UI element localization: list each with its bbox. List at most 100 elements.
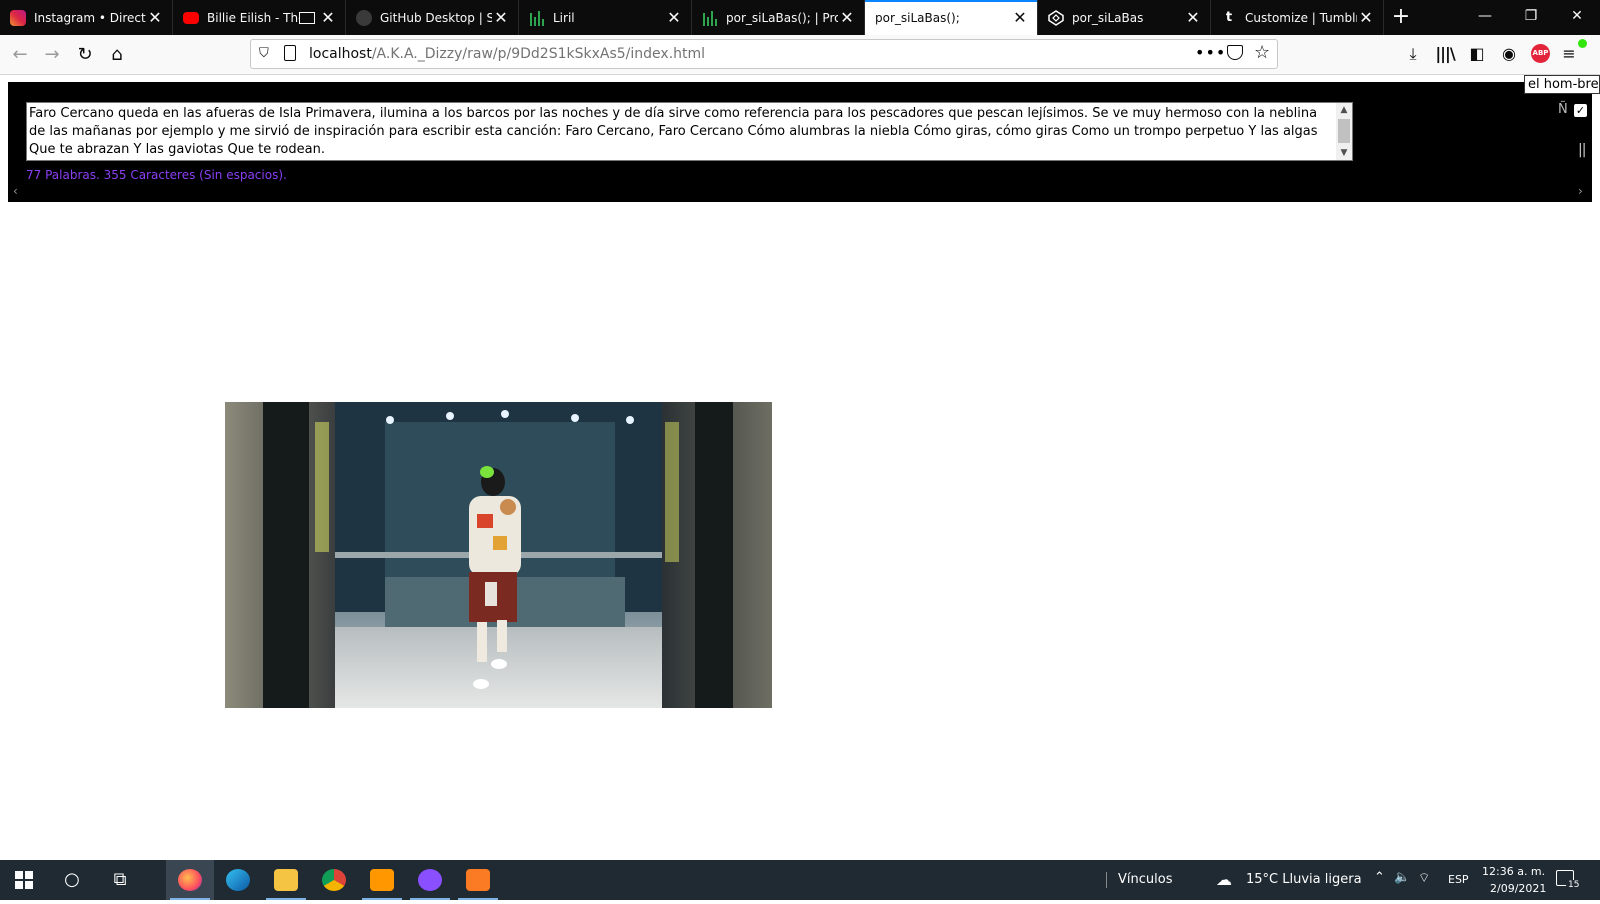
tab-title: Instagram • Direct bbox=[34, 10, 146, 25]
enye-label: Ñ bbox=[1558, 102, 1568, 117]
chrome-icon bbox=[322, 869, 346, 891]
scrollbar-thumb[interactable] bbox=[1338, 119, 1350, 143]
syllable-tooltip: el hom-bre. bbox=[1524, 75, 1600, 94]
tab-title: GitHub Desktop | Sim bbox=[380, 10, 492, 25]
word-count-stats: 77 Palabras. 355 Caracteres (Sin espacio… bbox=[26, 168, 287, 182]
github-desktop-icon bbox=[418, 869, 442, 891]
bars-icon bbox=[702, 10, 718, 26]
video-frame[interactable] bbox=[225, 402, 772, 708]
close-icon[interactable]: ✕ bbox=[1357, 8, 1375, 27]
back-arrow-icon[interactable]: ← bbox=[6, 41, 34, 69]
close-icon[interactable]: ✕ bbox=[319, 8, 337, 27]
tab-title: Liril bbox=[553, 10, 575, 25]
address-bar[interactable]: ⛉ localhost/A.K.A._Dizzy/raw/p/9Dd2S1kSk… bbox=[250, 39, 1278, 69]
minimize-button[interactable]: — bbox=[1462, 0, 1508, 35]
editor-panel: Faro Cercano queda en las afueras de Isl… bbox=[8, 82, 1592, 202]
library-icon[interactable]: |||\ bbox=[1432, 41, 1458, 67]
close-icon[interactable]: ✕ bbox=[1184, 8, 1202, 27]
tab-proyecto[interactable]: por_siLaBas(); | Proye ✕ bbox=[692, 0, 865, 35]
taskbar-github-desktop[interactable] bbox=[406, 860, 454, 900]
enye-checkbox[interactable]: ✓ bbox=[1574, 104, 1587, 117]
close-icon[interactable]: ✕ bbox=[146, 8, 164, 27]
lyrics-text: Faro Cercano queda en las afueras de Isl… bbox=[29, 106, 1318, 157]
volume-icon[interactable]: 🔈 bbox=[1394, 870, 1410, 885]
scroll-right-icon[interactable]: › bbox=[1578, 184, 1583, 198]
tab-title: por_siLaBas(); | Proye bbox=[726, 10, 838, 25]
toolbar-separator bbox=[1106, 872, 1107, 888]
windows-start-icon[interactable] bbox=[0, 860, 48, 900]
instagram-icon bbox=[10, 9, 26, 26]
edge-icon bbox=[226, 869, 250, 891]
tab-title: Customize | Tumblr bbox=[1245, 10, 1357, 25]
account-icon[interactable]: ◉ bbox=[1496, 41, 1522, 67]
pocket-icon[interactable] bbox=[1227, 45, 1243, 60]
navigation-toolbar: ← → ↻ ⌂ ⛉ localhost/A.K.A._Dizzy/raw/p/9… bbox=[0, 35, 1600, 75]
adblock-plus-icon[interactable]: ABP bbox=[1531, 44, 1550, 63]
page-info-icon[interactable] bbox=[284, 45, 296, 61]
reload-icon[interactable]: ↻ bbox=[71, 41, 99, 69]
bars-icon bbox=[529, 10, 545, 26]
weather-cloud-icon[interactable]: ☁ bbox=[1216, 870, 1232, 889]
github-icon bbox=[356, 9, 372, 26]
tab-youtube[interactable]: Billie Eilish - There ✕ bbox=[173, 0, 346, 35]
tab-por-silabas[interactable]: por_siLaBas ✕ bbox=[1038, 0, 1211, 35]
shield-icon[interactable]: ⛉ bbox=[259, 46, 269, 61]
search-icon[interactable]: ○ bbox=[48, 860, 96, 900]
taskbar-file-explorer[interactable] bbox=[262, 860, 310, 900]
youtube-icon bbox=[183, 11, 199, 24]
update-badge-icon bbox=[1578, 39, 1587, 48]
xampp-icon bbox=[466, 869, 490, 891]
taskbar-xampp[interactable] bbox=[454, 860, 502, 900]
scroll-up-icon[interactable]: ▲ bbox=[1336, 103, 1352, 117]
lyrics-textarea[interactable]: Faro Cercano queda en las afueras de Isl… bbox=[26, 102, 1353, 161]
clock-time[interactable]: 12:36 a. m. bbox=[1482, 865, 1545, 878]
folder-icon bbox=[274, 869, 298, 891]
textarea-scrollbar[interactable]: ▲ ▼ bbox=[1336, 103, 1352, 160]
new-tab-button[interactable]: + bbox=[1384, 0, 1418, 35]
elevator-scene-image bbox=[225, 402, 772, 708]
tab-title: por_siLaBas(); bbox=[875, 10, 960, 25]
close-icon[interactable]: ✕ bbox=[492, 8, 510, 27]
taskbar-firefox[interactable] bbox=[166, 860, 214, 900]
bookmark-star-icon[interactable]: ☆ bbox=[1254, 42, 1270, 63]
pause-icon[interactable]: || bbox=[1578, 142, 1587, 158]
tab-active-por-silabas[interactable]: por_siLaBas(); ✕ bbox=[865, 0, 1038, 35]
weather-text[interactable]: 15°C Lluvia ligera bbox=[1246, 872, 1362, 887]
sidebar-icon[interactable]: ◧ bbox=[1464, 41, 1490, 67]
url-text[interactable]: localhost/A.K.A._Dizzy/raw/p/9Dd2S1kSkxA… bbox=[309, 40, 705, 68]
taskbar-sublime[interactable] bbox=[358, 860, 406, 900]
close-icon[interactable]: ✕ bbox=[665, 8, 683, 27]
wifi-icon[interactable]: ⌔ bbox=[1418, 870, 1430, 886]
firefox-icon bbox=[178, 869, 202, 891]
page-actions-icon[interactable]: ••• bbox=[1195, 43, 1226, 62]
codepen-icon bbox=[1048, 9, 1064, 26]
picture-in-picture-icon[interactable] bbox=[299, 11, 315, 24]
tab-tumblr[interactable]: t Customize | Tumblr ✕ bbox=[1211, 0, 1384, 35]
home-icon[interactable]: ⌂ bbox=[103, 41, 131, 69]
scroll-left-icon[interactable]: ‹ bbox=[13, 184, 18, 198]
tab-title: Billie Eilish - There bbox=[207, 10, 299, 25]
tab-github-desktop[interactable]: GitHub Desktop | Sim ✕ bbox=[346, 0, 519, 35]
clock-date[interactable]: 2/09/2021 bbox=[1490, 882, 1546, 895]
windows-taskbar: ○ ⧉ Vínculos ☁ 15°C Lluvia ligera ⌃ 🔈 ⌔ … bbox=[0, 860, 1600, 900]
notification-count: 15 bbox=[1566, 880, 1582, 890]
restore-button[interactable]: ❐ bbox=[1508, 0, 1554, 35]
taskbar-edge[interactable] bbox=[214, 860, 262, 900]
url-path: /A.K.A._Dizzy/raw/p/9Dd2S1kSkxAs5/index.… bbox=[371, 46, 706, 62]
taskbar-chrome[interactable] bbox=[310, 860, 358, 900]
chevron-up-icon[interactable]: ⌃ bbox=[1374, 870, 1385, 885]
forward-arrow-icon[interactable]: → bbox=[38, 41, 66, 69]
url-host: localhost bbox=[309, 46, 372, 62]
tab-instagram[interactable]: Instagram • Direct ✕ bbox=[0, 0, 173, 35]
links-toolbar[interactable]: Vínculos bbox=[1118, 872, 1172, 887]
close-icon[interactable]: ✕ bbox=[838, 8, 856, 27]
tab-title: por_siLaBas bbox=[1072, 10, 1144, 25]
download-icon[interactable]: ⤓ bbox=[1400, 41, 1426, 67]
task-view-icon[interactable]: ⧉ bbox=[96, 860, 144, 900]
close-icon[interactable]: ✕ bbox=[1011, 8, 1029, 27]
close-window-button[interactable]: ✕ bbox=[1554, 0, 1600, 35]
scroll-down-icon[interactable]: ▼ bbox=[1336, 146, 1352, 160]
tab-liril[interactable]: Liril ✕ bbox=[519, 0, 692, 35]
language-indicator[interactable]: ESP bbox=[1448, 873, 1469, 886]
sublime-text-icon bbox=[370, 869, 394, 891]
